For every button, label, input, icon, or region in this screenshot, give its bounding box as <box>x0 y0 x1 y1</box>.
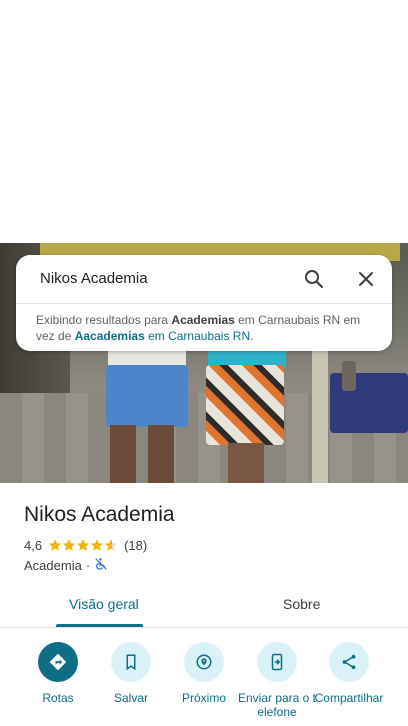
star-half-icon <box>104 538 118 552</box>
original-query-link[interactable]: Aacademias em Carnaubais RN <box>75 329 250 343</box>
nearby-label[interactable]: Próximo <box>164 691 244 705</box>
photo-pillar <box>312 343 328 483</box>
photo-person <box>148 425 174 483</box>
separator: · <box>85 557 91 573</box>
save-button[interactable]: Salvar <box>91 640 171 705</box>
notice-query: Academias <box>171 313 235 327</box>
search-card: Nikos Academia Exibindo resultados para … <box>16 255 392 351</box>
send-to-phone-button[interactable]: Enviar para o telefone <box>237 640 317 719</box>
share-button[interactable]: Compartilhar <box>309 640 389 705</box>
no-wheelchair-icon <box>94 557 108 574</box>
directions-icon[interactable] <box>38 642 78 682</box>
directions-button[interactable]: Rotas <box>18 640 98 705</box>
photo-person <box>228 443 264 483</box>
photo-person <box>106 365 188 427</box>
notice-end: . <box>250 329 254 343</box>
blank-area <box>0 0 408 243</box>
rating-row[interactable]: 4,6 (18) <box>24 537 147 553</box>
bookmark-icon[interactable] <box>111 642 151 682</box>
place-category: Academia <box>24 557 82 573</box>
tab-overview[interactable]: Visão geral <box>69 596 139 612</box>
notice-text: Exibindo resultados para <box>36 313 172 327</box>
save-label[interactable]: Salvar <box>91 691 171 705</box>
share-label[interactable]: Compartilhar <box>309 691 389 705</box>
review-count[interactable]: (18) <box>124 538 147 553</box>
category-row: Academia · <box>24 557 108 573</box>
photo-person <box>110 425 136 483</box>
directions-label[interactable]: Rotas <box>18 691 98 705</box>
photo-bottle <box>342 361 356 391</box>
rating-stars <box>48 538 118 552</box>
search-input[interactable]: Nikos Academia <box>40 270 148 287</box>
place-title: Nikos Academia <box>24 503 175 526</box>
search-icon[interactable] <box>302 267 326 291</box>
send-to-phone-icon[interactable] <box>257 642 297 682</box>
original-query-rest[interactable]: em Carnaubais RN <box>145 329 250 343</box>
send-to-phone-label[interactable]: Enviar para o telefone <box>237 691 317 719</box>
spelling-notice: Exibindo resultados para Academias em Ca… <box>36 312 376 344</box>
divider <box>16 303 392 304</box>
search-bar[interactable]: Nikos Academia <box>16 255 392 303</box>
rating-value: 4,6 <box>24 537 43 553</box>
original-query-bold[interactable]: Aacademias <box>75 329 145 343</box>
tab-bar: Visão geral Sobre <box>0 585 408 628</box>
star-icon <box>48 538 62 552</box>
star-icon <box>90 538 104 552</box>
action-bar: Rotas Salvar Próximo Enviar para o telef… <box>0 640 408 726</box>
tab-about[interactable]: Sobre <box>283 596 320 612</box>
star-icon <box>62 538 76 552</box>
tab-indicator <box>56 624 143 627</box>
close-icon[interactable] <box>354 267 378 291</box>
nearby-button[interactable]: Próximo <box>164 640 244 705</box>
star-icon <box>76 538 90 552</box>
nearby-icon[interactable] <box>184 642 224 682</box>
photo-person <box>206 365 284 445</box>
share-icon[interactable] <box>329 642 369 682</box>
